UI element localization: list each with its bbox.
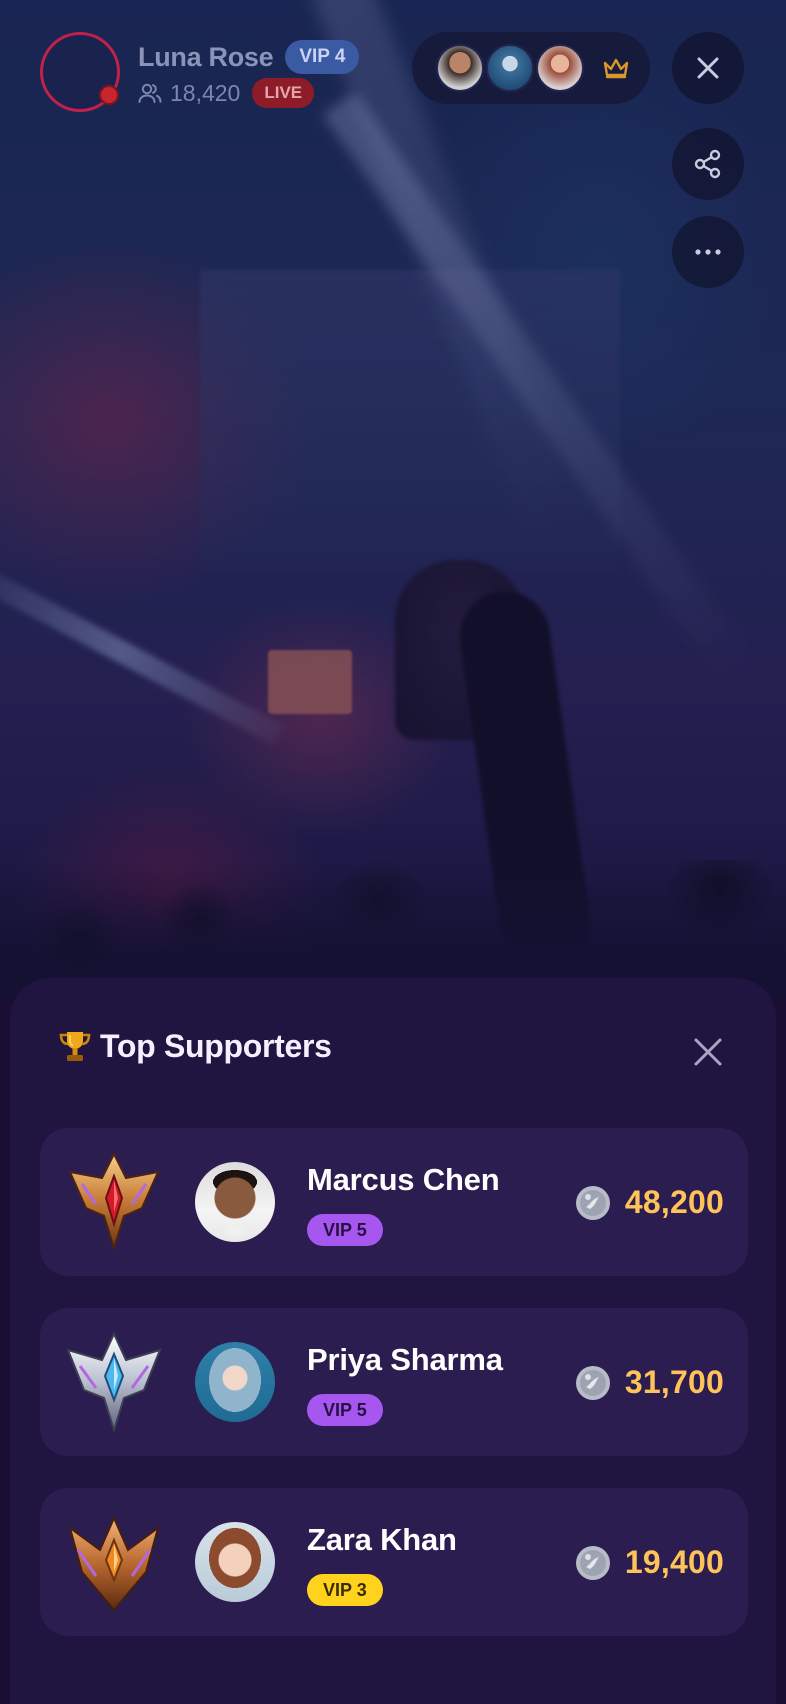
sheet-title: Top Supporters	[100, 1028, 332, 1064]
coin-icon	[575, 1545, 610, 1580]
supporter-name: Marcus Chen	[307, 1162, 500, 1197]
trophy-icon	[59, 1031, 91, 1061]
supporter-name: Zara Khan	[307, 1522, 457, 1557]
supporter-coins: 48,200	[575, 1184, 724, 1221]
supporter-row[interactable]: Priya Sharma VIP 5 31,700	[40, 1308, 748, 1456]
live-video-background	[0, 0, 786, 1000]
share-icon	[694, 149, 721, 179]
viewer-count: 18,420	[170, 79, 241, 106]
bronze-crest-badge	[68, 1515, 160, 1612]
close-icon	[697, 57, 719, 79]
supporter-vip-badge: VIP 3	[307, 1574, 383, 1606]
supporter-row[interactable]: Marcus Chen VIP 5 48,200	[40, 1128, 748, 1276]
close-sheet-button[interactable]	[690, 1034, 726, 1070]
viewers-icon	[138, 83, 162, 103]
silver-crest-badge	[66, 1331, 162, 1434]
coin-amount: 19,400	[624, 1544, 724, 1580]
supporter-avatar[interactable]	[195, 1162, 275, 1242]
viewer-avatar[interactable]	[536, 44, 584, 92]
coin-amount: 31,700	[624, 1364, 724, 1400]
share-button[interactable]	[672, 128, 744, 200]
host-avatar[interactable]	[40, 32, 120, 112]
gold-crest-badge	[68, 1151, 160, 1252]
host-name: Luna Rose	[138, 41, 274, 72]
supporter-coins: 19,400	[575, 1544, 724, 1581]
supporter-coins: 31,700	[575, 1364, 724, 1401]
top-viewers-pill[interactable]	[412, 32, 650, 104]
coin-amount: 48,200	[624, 1184, 724, 1220]
host-info[interactable]: Luna Rose VIP 4 18,420 LIVE	[40, 32, 360, 112]
host-vip-badge: VIP 4	[285, 40, 360, 74]
sheet-header: Top Supporters	[58, 1028, 332, 1065]
supporter-name: Priya Sharma	[307, 1342, 503, 1377]
live-badge: LIVE	[252, 78, 315, 108]
coin-icon	[575, 1365, 610, 1400]
close-stream-button[interactable]	[672, 32, 744, 104]
live-indicator-dot	[99, 85, 119, 105]
supporter-avatar[interactable]	[195, 1522, 275, 1602]
crown-icon	[603, 58, 629, 79]
supporter-vip-badge: VIP 5	[307, 1394, 383, 1426]
more-icon	[695, 249, 721, 255]
top-supporters-sheet: Top Supporters Marcus Chen VIP 5 48,200 …	[10, 978, 776, 1704]
more-options-button[interactable]	[672, 216, 744, 288]
viewer-avatar[interactable]	[486, 44, 534, 92]
coin-icon	[575, 1185, 610, 1220]
supporter-avatar[interactable]	[195, 1342, 275, 1422]
supporter-row[interactable]: Zara Khan VIP 3 19,400	[40, 1488, 748, 1636]
supporter-vip-badge: VIP 5	[307, 1214, 383, 1246]
viewer-avatar[interactable]	[436, 44, 484, 92]
